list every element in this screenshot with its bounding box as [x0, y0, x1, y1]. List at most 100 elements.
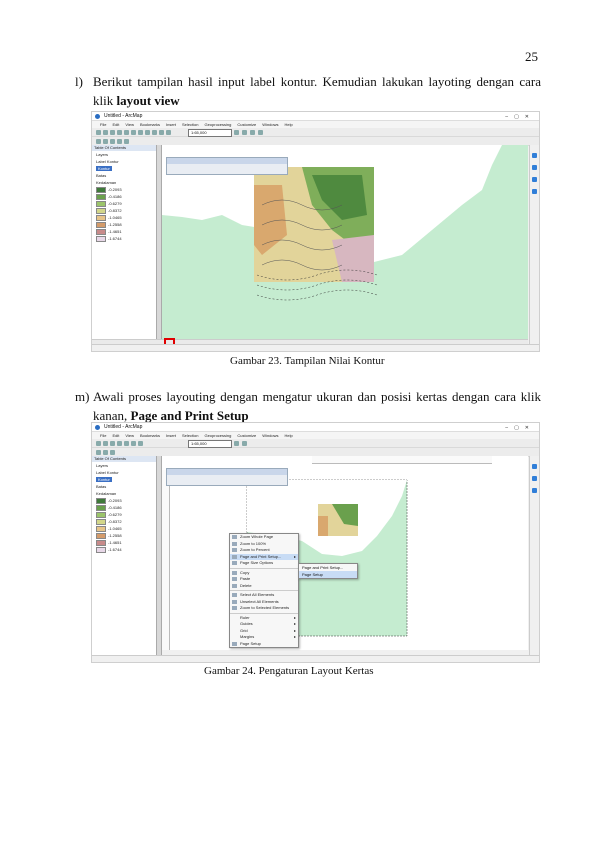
right-toolbar — [529, 145, 539, 345]
toc-label-kontur[interactable]: Label Kontur — [92, 469, 156, 476]
delete-icon[interactable] — [145, 130, 150, 135]
legend-row: -1.6744 — [92, 546, 156, 553]
menu-page-size-options[interactable]: Page Size Options — [230, 560, 298, 567]
arctoolbox-icon[interactable] — [532, 177, 537, 182]
legend-row: -0.2093 — [92, 186, 156, 193]
menu-geoprocessing[interactable]: Geoprocessing — [204, 122, 231, 127]
new-icon[interactable] — [96, 130, 101, 135]
open-icon[interactable] — [103, 130, 108, 135]
menu-insert[interactable]: Insert — [166, 122, 176, 127]
menu-file[interactable]: File — [100, 433, 106, 438]
menu-insert[interactable]: Insert — [166, 433, 176, 438]
undo-icon[interactable] — [152, 130, 157, 135]
screenshot-contour-view: Untitled - ArcMap –▢✕ File Edit View Bookmar… — [91, 111, 540, 352]
search-side-icon[interactable] — [532, 476, 537, 481]
floating-toolbar[interactable] — [166, 468, 288, 486]
editor-icon[interactable] — [234, 130, 239, 135]
catalog-icon[interactable] — [250, 130, 255, 135]
paste-icon[interactable] — [138, 130, 143, 135]
menu-zoom-selected[interactable]: Zoom to Selected Elements — [230, 605, 298, 612]
toc-batas[interactable]: Batas — [92, 172, 156, 179]
legend-row: -0.6279 — [92, 200, 156, 207]
arctoolbox-icon[interactable] — [532, 488, 537, 493]
menu-selection[interactable]: Selection — [182, 433, 198, 438]
menu-customize[interactable]: Customize — [237, 122, 256, 127]
screenshot-page-setup: Untitled - ArcMap –▢✕ File Edit View Bookmar… — [91, 422, 540, 663]
pan-icon[interactable] — [110, 450, 115, 455]
zoom-out-icon[interactable] — [103, 450, 108, 455]
zoom-in-icon[interactable] — [96, 450, 101, 455]
full-extent-icon[interactable] — [117, 139, 122, 144]
menu-view[interactable]: View — [125, 433, 134, 438]
menu-delete[interactable]: Delete — [230, 583, 298, 590]
menu-bar: File Edit View Bookmarks Insert Selection Geop… — [92, 432, 539, 439]
toc-icon[interactable] — [242, 130, 247, 135]
paste-icon[interactable] — [138, 441, 143, 446]
toc-layers[interactable]: Layers — [92, 462, 156, 469]
menu-edit[interactable]: Edit — [112, 433, 119, 438]
new-icon[interactable] — [96, 441, 101, 446]
copy-icon[interactable] — [131, 441, 136, 446]
redo-icon[interactable] — [159, 130, 164, 135]
menu-edit[interactable]: Edit — [112, 122, 119, 127]
menu-file[interactable]: File — [100, 122, 106, 127]
legend-row: -0.8372 — [92, 207, 156, 214]
add-data-icon[interactable] — [166, 130, 171, 135]
search-side-icon[interactable] — [532, 165, 537, 170]
toc-icon[interactable] — [242, 441, 247, 446]
open-icon[interactable] — [103, 441, 108, 446]
legend-row: -1.0465 — [92, 214, 156, 221]
menu-bookmarks[interactable]: Bookmarks — [140, 122, 160, 127]
menu-help[interactable]: Help — [285, 433, 293, 438]
scale-box[interactable]: 1:65,000 — [188, 129, 232, 137]
menu-view[interactable]: View — [125, 122, 134, 127]
catalog-side-icon[interactable] — [532, 153, 537, 158]
window-controls[interactable]: –▢✕ — [505, 113, 535, 121]
toc-kedalaman[interactable]: Kedalaman — [92, 490, 156, 497]
cut-icon[interactable] — [124, 130, 129, 135]
toc-label-kontur[interactable]: Label Kontur — [92, 158, 156, 165]
legend-row: -0.2093 — [92, 497, 156, 504]
status-bar — [92, 655, 539, 662]
paragraph-l: l) Berikut tampilan hasil input label ko… — [75, 72, 541, 110]
menu-geoprocessing[interactable]: Geoprocessing — [204, 433, 231, 438]
submenu-page-print-setup[interactable]: Page and Print Setup... — [299, 564, 357, 571]
pan-icon[interactable] — [110, 139, 115, 144]
map-view[interactable] — [162, 145, 528, 339]
submenu-page-setup[interactable]: Page Setup — [299, 571, 357, 578]
save-icon[interactable] — [110, 130, 115, 135]
menu-windows[interactable]: Windows — [262, 433, 278, 438]
item-label-l: l) — [75, 74, 83, 89]
legend-row: -0.6279 — [92, 511, 156, 518]
save-icon[interactable] — [110, 441, 115, 446]
menu-bookmarks[interactable]: Bookmarks — [140, 433, 160, 438]
editor-icon[interactable] — [234, 441, 239, 446]
toc-kontur[interactable]: Kontur — [92, 476, 156, 483]
zoom-in-icon[interactable] — [96, 139, 101, 144]
print-icon[interactable] — [117, 441, 122, 446]
window-controls[interactable]: –▢✕ — [505, 424, 535, 432]
menu-help[interactable]: Help — [285, 122, 293, 127]
zoom-out-icon[interactable] — [103, 139, 108, 144]
toc-kontur[interactable]: Kontur — [92, 165, 156, 172]
floating-toolbar[interactable] — [166, 157, 288, 175]
toc-kedalaman[interactable]: Kedalaman — [92, 179, 156, 186]
layout-view[interactable] — [162, 456, 528, 650]
menu-selection[interactable]: Selection — [182, 122, 198, 127]
toc-layers[interactable]: Layers — [92, 151, 156, 158]
search-icon[interactable] — [258, 130, 263, 135]
print-icon[interactable] — [117, 130, 122, 135]
results-icon[interactable] — [532, 189, 537, 194]
identify-icon[interactable] — [124, 139, 129, 144]
legend-row: -0.4186 — [92, 193, 156, 200]
toc-batas[interactable]: Batas — [92, 483, 156, 490]
copy-icon[interactable] — [131, 130, 136, 135]
menu-customize[interactable]: Customize — [237, 433, 256, 438]
scale-box[interactable]: 1:65,000 — [188, 440, 232, 448]
cut-icon[interactable] — [124, 441, 129, 446]
standard-toolbar: 1:65,000 — [92, 128, 539, 137]
menu-page-setup[interactable]: Page Setup — [230, 641, 298, 648]
legend-row: -0.4186 — [92, 504, 156, 511]
catalog-side-icon[interactable] — [532, 464, 537, 469]
menu-windows[interactable]: Windows — [262, 122, 278, 127]
